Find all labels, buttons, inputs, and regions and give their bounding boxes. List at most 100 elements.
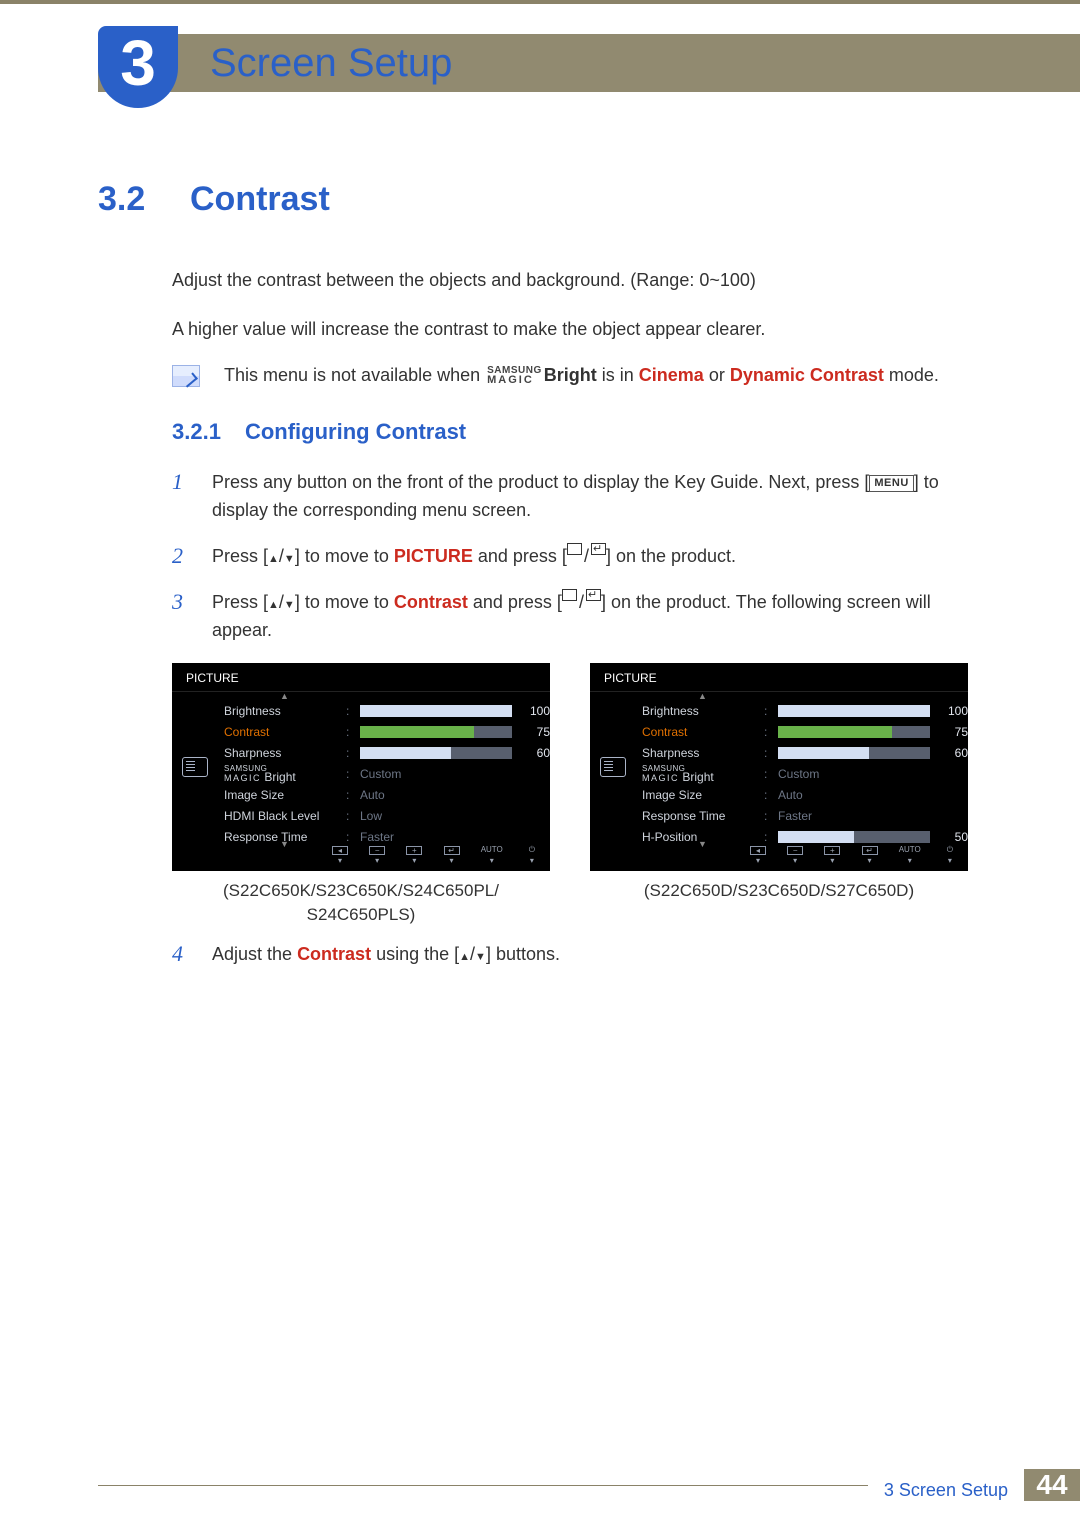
step-2-text: Press [/] to move to PICTURE and press [… — [212, 543, 736, 571]
osd-right-caption: (S22C650D/S23C650D/S27C650D) — [590, 879, 968, 903]
step-number: 1 — [172, 469, 194, 525]
note-text: This menu is not available when SAMSUNGM… — [224, 365, 939, 386]
osd-row-magic-bright: SAMSUNGMAGIC Bright:Custom — [224, 763, 550, 784]
step-4: 4 Adjust the Contrast using the [/] butt… — [172, 941, 982, 969]
auto-icon: AUTO▾ — [899, 846, 921, 865]
chapter-number-tab: 3 — [98, 26, 178, 108]
note-post: mode. — [884, 365, 939, 385]
steps-list-continued: 4 Adjust the Contrast using the [/] butt… — [172, 941, 982, 969]
footer-right: 3 Screen Setup 44 — [868, 1463, 1080, 1507]
step-3: 3 Press [/] to move to Contrast and pres… — [172, 589, 982, 645]
osd-list: Brightness:100 Contrast:75 Sharpness:60 … — [224, 700, 550, 847]
menu-button-chip: MENU — [869, 475, 913, 492]
osd-menu-right: PICTURE ▲ Brightness:100 Contrast:75 Sha… — [590, 663, 968, 871]
osd-row-response-time: Response Time:Faster — [224, 826, 550, 847]
scroll-down-icon: ▼ — [280, 839, 289, 849]
osd-right-wrap: PICTURE ▲ Brightness:100 Contrast:75 Sha… — [590, 663, 968, 927]
back-icon: ◂▾ — [332, 846, 348, 865]
picture-keyword: PICTURE — [394, 546, 473, 566]
chapter-title: Screen Setup — [210, 41, 452, 86]
enter-source-icon: / — [567, 543, 606, 571]
step-number: 4 — [172, 941, 194, 969]
picture-category-icon — [182, 757, 208, 777]
top-accent-bar — [0, 0, 1080, 4]
osd-menu-left: PICTURE ▲ Brightness:100 Contrast:75 Sha… — [172, 663, 550, 871]
section-number: 3.2 — [98, 180, 154, 219]
intro-paragraph-1: Adjust the contrast between the objects … — [172, 267, 982, 294]
contrast-keyword: Contrast — [297, 944, 371, 964]
samsung-magic-bright-label: SAMSUNGMAGIC Bright — [642, 765, 764, 783]
note-bright: Bright — [544, 365, 597, 385]
note-mid: is in — [597, 365, 639, 385]
subsection-title: Configuring Contrast — [245, 419, 466, 445]
minus-icon: −▾ — [787, 846, 803, 865]
note-or: or — [704, 365, 730, 385]
footer-chapter-label: 3 Screen Setup — [868, 1470, 1024, 1501]
back-icon: ◂▾ — [750, 846, 766, 865]
osd-row-sharpness: Sharpness:60 — [224, 742, 550, 763]
note-text-pre: This menu is not available when — [224, 365, 485, 385]
osd-row-contrast: Contrast:75 — [642, 721, 968, 742]
down-arrow-icon — [284, 546, 295, 566]
scroll-down-icon: ▼ — [698, 839, 707, 849]
enter-icon: ↵▾ — [862, 846, 878, 865]
picture-category-icon — [600, 757, 626, 777]
osd-list: Brightness:100 Contrast:75 Sharpness:60 … — [642, 700, 968, 847]
subsection-number: 3.2.1 — [172, 419, 221, 445]
minus-icon: −▾ — [369, 846, 385, 865]
intro-paragraph-2: A higher value will increase the contras… — [172, 316, 982, 343]
subsection-heading: 3.2.1 Configuring Contrast — [172, 419, 982, 445]
scroll-up-icon: ▲ — [698, 691, 707, 701]
osd-screenshot-row: PICTURE ▲ Brightness:100 Contrast:75 Sha… — [172, 663, 982, 927]
chapter-number: 3 — [120, 31, 156, 95]
osd-row-sharpness: Sharpness:60 — [642, 742, 968, 763]
section-heading: 3.2 Contrast — [98, 180, 982, 219]
osd-title: PICTURE — [590, 663, 968, 692]
plus-icon: +▾ — [824, 846, 840, 865]
up-arrow-icon — [459, 944, 470, 964]
page-number: 44 — [1024, 1469, 1080, 1501]
step-number: 3 — [172, 589, 194, 645]
enter-source-icon: / — [562, 589, 601, 617]
osd-left-caption: (S22C650K/S23C650K/S24C650PL/ S24C650PLS… — [172, 879, 550, 927]
section-title: Contrast — [190, 180, 330, 219]
enter-icon: ↵▾ — [444, 846, 460, 865]
step-1-text: Press any button on the front of the pro… — [212, 469, 982, 525]
note-icon — [172, 365, 200, 387]
up-arrow-icon — [268, 592, 279, 612]
osd-title: PICTURE — [172, 663, 550, 692]
step-number: 2 — [172, 543, 194, 571]
step-4-text: Adjust the Contrast using the [/] button… — [212, 941, 560, 969]
step-3-text: Press [/] to move to Contrast and press … — [212, 589, 982, 645]
section-body: Adjust the contrast between the objects … — [172, 267, 982, 969]
down-arrow-icon — [284, 592, 295, 612]
chapter-header: 3 Screen Setup — [98, 34, 1080, 92]
up-arrow-icon — [268, 546, 279, 566]
osd-footer-icons: ◂▾ −▾ +▾ ↵▾ AUTO▾ ⏻▾ — [332, 846, 540, 865]
note-block: This menu is not available when SAMSUNGM… — [172, 365, 982, 387]
scroll-up-icon: ▲ — [280, 691, 289, 701]
footer-rule — [98, 1485, 868, 1507]
auto-icon: AUTO▾ — [481, 846, 503, 865]
note-dynamic-contrast: Dynamic Contrast — [730, 365, 884, 385]
osd-row-magic-bright: SAMSUNGMAGIC Bright:Custom — [642, 763, 968, 784]
osd-row-image-size: Image Size:Auto — [224, 784, 550, 805]
page-footer: 3 Screen Setup 44 — [98, 1463, 1080, 1507]
steps-list: 1 Press any button on the front of the p… — [172, 469, 982, 645]
osd-row-brightness: Brightness:100 — [642, 700, 968, 721]
osd-row-brightness: Brightness:100 — [224, 700, 550, 721]
page-content: 3.2 Contrast Adjust the contrast between… — [98, 180, 982, 987]
osd-row-h-position: H-Position:50 — [642, 826, 968, 847]
power-icon: ⏻▾ — [942, 846, 958, 865]
down-arrow-icon — [475, 944, 486, 964]
osd-left-wrap: PICTURE ▲ Brightness:100 Contrast:75 Sha… — [172, 663, 550, 927]
osd-row-hdmi-black: HDMI Black Level:Low — [224, 805, 550, 826]
osd-row-image-size: Image Size:Auto — [642, 784, 968, 805]
osd-row-contrast: Contrast:75 — [224, 721, 550, 742]
step-2: 2 Press [/] to move to PICTURE and press… — [172, 543, 982, 571]
plus-icon: +▾ — [406, 846, 422, 865]
osd-row-response-time: Response Time:Faster — [642, 805, 968, 826]
step-1: 1 Press any button on the front of the p… — [172, 469, 982, 525]
contrast-keyword: Contrast — [394, 592, 468, 612]
note-cinema: Cinema — [639, 365, 704, 385]
